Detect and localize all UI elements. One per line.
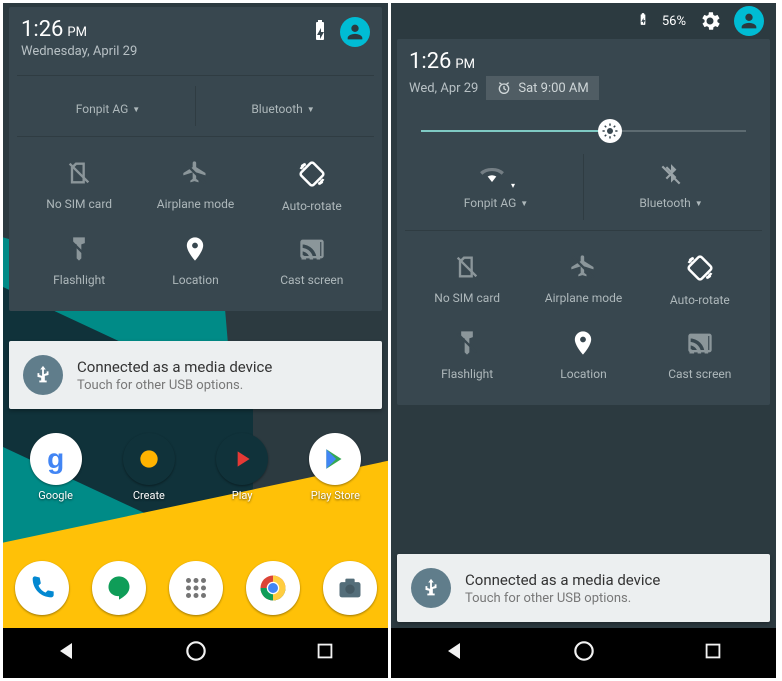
home-button[interactable] bbox=[183, 638, 209, 668]
location-tile[interactable]: Location bbox=[525, 317, 641, 391]
cast-icon bbox=[686, 342, 714, 361]
nav-bar bbox=[391, 628, 776, 678]
app-drawer[interactable] bbox=[169, 561, 223, 615]
rotate-icon bbox=[297, 174, 327, 193]
airplane-tile[interactable]: Airplane mode bbox=[525, 241, 641, 317]
notif-subtitle: Touch for other USB options. bbox=[465, 591, 660, 606]
airplane-icon bbox=[569, 266, 597, 285]
clock[interactable]: 1:26PM bbox=[21, 17, 137, 42]
notif-title: Connected as a media device bbox=[465, 571, 660, 589]
flashlight-tile[interactable]: Flashlight bbox=[21, 223, 137, 297]
wifi-icon: ▾ bbox=[477, 173, 515, 192]
location-icon bbox=[569, 342, 597, 361]
sim-off-icon bbox=[453, 266, 481, 285]
battery-icon bbox=[308, 18, 326, 46]
flashlight-icon bbox=[65, 248, 93, 267]
phone-left: 1:26PM Wednesday, April 29 Fonpit AG▼ Bl… bbox=[3, 3, 391, 678]
phone-right: 56% 1:26PM Wed, Apr 29 Sat 9:00 AM bbox=[391, 3, 779, 678]
battery-icon bbox=[636, 9, 650, 33]
profile-avatar[interactable] bbox=[734, 6, 764, 36]
usb-icon bbox=[23, 355, 63, 395]
usb-notification[interactable]: Connected as a media device Touch for ot… bbox=[397, 554, 770, 622]
favorites-bar bbox=[3, 548, 388, 628]
cast-icon bbox=[298, 248, 326, 267]
brightness-icon bbox=[601, 122, 619, 140]
rotate-icon bbox=[685, 268, 715, 287]
airplane-icon bbox=[181, 172, 209, 191]
quick-settings-panel[interactable]: 1:26PM Wed, Apr 29 Sat 9:00 AM ▾ bbox=[397, 39, 770, 405]
notif-subtitle: Touch for other USB options. bbox=[77, 378, 272, 393]
recents-button[interactable] bbox=[314, 640, 336, 666]
wifi-tile[interactable]: Fonpit AG▼ bbox=[21, 86, 196, 126]
nav-bar bbox=[3, 628, 388, 678]
bluetooth-tile[interactable]: Bluetooth▼ bbox=[196, 86, 370, 126]
cast-tile[interactable]: Cast screen bbox=[254, 223, 370, 297]
app-chrome[interactable] bbox=[246, 561, 300, 615]
wifi-tile[interactable]: ▾ Fonpit AG▼ bbox=[409, 154, 584, 220]
alarm-icon bbox=[496, 80, 512, 96]
back-button[interactable] bbox=[443, 639, 467, 667]
rotate-tile[interactable]: Auto-rotate bbox=[254, 147, 370, 223]
app-create[interactable]: Create bbox=[114, 433, 184, 502]
back-button[interactable] bbox=[55, 639, 79, 667]
usb-notification[interactable]: Connected as a media device Touch for ot… bbox=[9, 341, 382, 409]
sim-tile[interactable]: No SIM card bbox=[409, 241, 525, 317]
app-playstore[interactable]: Play Store bbox=[300, 433, 370, 502]
notif-title: Connected as a media device bbox=[77, 358, 272, 376]
app-hangouts[interactable] bbox=[92, 561, 146, 615]
status-bar: 56% bbox=[391, 3, 776, 39]
usb-icon bbox=[411, 568, 451, 608]
location-icon bbox=[181, 248, 209, 267]
app-phone[interactable] bbox=[15, 561, 69, 615]
cast-tile[interactable]: Cast screen bbox=[642, 317, 758, 391]
battery-percent: 56% bbox=[662, 14, 686, 29]
date-label: Wednesday, April 29 bbox=[21, 44, 137, 59]
location-tile[interactable]: Location bbox=[137, 223, 253, 297]
notification-shade[interactable]: 1:26PM Wednesday, April 29 Fonpit AG▼ Bl… bbox=[9, 7, 382, 311]
app-play[interactable]: Play bbox=[207, 433, 277, 502]
bluetooth-tile[interactable]: Bluetooth▼ bbox=[584, 154, 758, 220]
airplane-tile[interactable]: Airplane mode bbox=[137, 147, 253, 223]
app-camera[interactable] bbox=[323, 561, 377, 615]
home-button[interactable] bbox=[571, 638, 597, 668]
settings-button[interactable] bbox=[698, 9, 722, 33]
recents-button[interactable] bbox=[702, 640, 724, 666]
sim-tile[interactable]: No SIM card bbox=[21, 147, 137, 223]
bluetooth-off-icon bbox=[658, 173, 684, 192]
clock[interactable]: 1:26PM bbox=[409, 49, 599, 74]
flashlight-icon bbox=[453, 342, 481, 361]
app-google[interactable]: g Google bbox=[21, 433, 91, 502]
rotate-tile[interactable]: Auto-rotate bbox=[642, 241, 758, 317]
sim-off-icon bbox=[65, 172, 93, 191]
date-label: Wed, Apr 29 bbox=[409, 81, 478, 96]
profile-avatar[interactable] bbox=[340, 17, 370, 47]
alarm-chip[interactable]: Sat 9:00 AM bbox=[486, 76, 598, 100]
brightness-slider[interactable] bbox=[421, 114, 746, 148]
flashlight-tile[interactable]: Flashlight bbox=[409, 317, 525, 391]
home-apps-row: g Google Create Play Play Store bbox=[3, 433, 388, 502]
